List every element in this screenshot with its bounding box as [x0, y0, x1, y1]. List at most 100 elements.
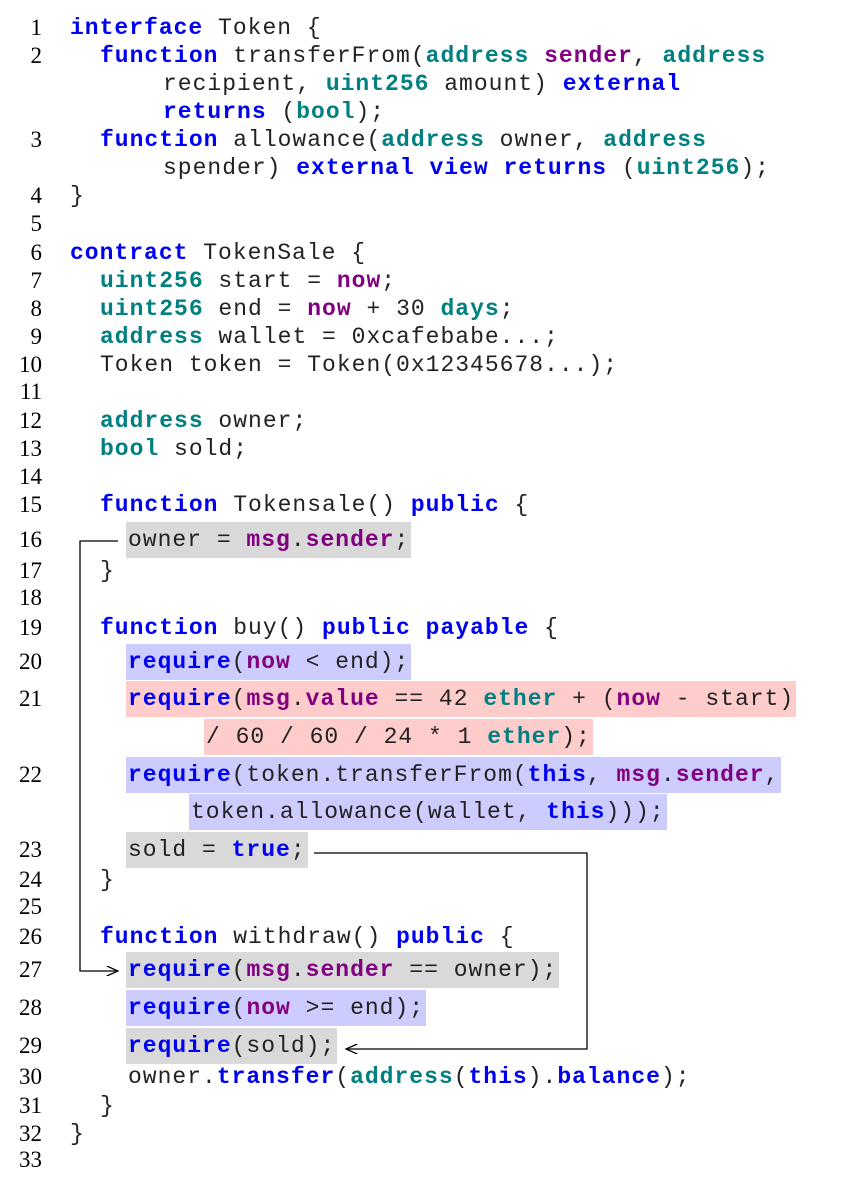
- keyword-token: function: [100, 924, 219, 950]
- code-token: {: [484, 924, 515, 950]
- code-token: (: [231, 995, 247, 1021]
- code-text: }: [68, 178, 87, 214]
- highlighted-code-gray: require(msg.sender == owner);: [126, 952, 560, 988]
- code-token: .: [660, 762, 676, 788]
- code-token: == owner);: [394, 957, 558, 983]
- code-token: ,: [586, 762, 617, 788]
- code-token: )));: [605, 799, 665, 825]
- code-token: {: [529, 615, 559, 641]
- code-text: }: [98, 862, 117, 898]
- line-number: 21: [19, 686, 42, 711]
- code-token: );: [660, 1064, 691, 1090]
- keyword-token: transfer: [216, 1064, 336, 1090]
- code-text: Token token = Token(0x12345678...);: [98, 347, 620, 383]
- code-token: );: [740, 155, 770, 181]
- code-text: }: [98, 1088, 117, 1124]
- builtin-token: msg: [246, 527, 291, 553]
- builtin-token: now: [616, 686, 661, 712]
- code-listing: 1 interface Token {2 function transferFrom…: [0, 0, 845, 1172]
- type-token: ether: [487, 724, 562, 750]
- code-token: );: [561, 724, 591, 750]
- code-token: (sold);: [231, 1033, 336, 1059]
- keyword-token: function: [100, 492, 219, 518]
- type-token: ether: [483, 686, 558, 712]
- keyword-token: require: [128, 957, 232, 983]
- code-token: + (: [557, 686, 617, 712]
- code-token: }: [100, 558, 115, 584]
- keyword-token: require: [128, 995, 232, 1021]
- code-token: }: [70, 1121, 85, 1147]
- highlighted-code-pink: require(msg.value == 42 ether + (now - s…: [126, 681, 797, 717]
- keyword-token: public: [410, 492, 500, 518]
- line-number: 27: [19, 957, 42, 982]
- line-number: 20: [19, 649, 42, 674]
- code-token: Token token = Token(0x12345678...);: [100, 352, 619, 378]
- code-token: }: [100, 867, 115, 893]
- code-token: (token.transferFrom(: [231, 762, 528, 788]
- code-token: ;: [290, 837, 306, 863]
- keyword-token: require: [128, 649, 232, 675]
- code-text: owner.transfer(address(this).balance);: [126, 1059, 693, 1095]
- code-token: owner =: [128, 527, 247, 553]
- highlighted-code-blue: require(token.transferFrom(this, msg.sen…: [126, 757, 782, 793]
- line-number: 2: [30, 43, 43, 68]
- line-number: 22: [19, 762, 42, 787]
- code-token: Tokensale(): [218, 492, 411, 518]
- builtin-token: sender: [305, 957, 395, 983]
- line-number: 3: [30, 127, 43, 152]
- builtin-token: msg: [246, 957, 291, 983]
- code-text: function withdraw() public {: [98, 919, 517, 955]
- builtin-token: value: [305, 686, 380, 712]
- line-number: 33: [19, 1147, 42, 1172]
- keyword-token: this: [546, 799, 606, 825]
- code-token: {: [499, 492, 530, 518]
- code-token: }: [100, 1093, 115, 1119]
- keyword-token: this: [527, 762, 587, 788]
- code-token: == 42: [379, 686, 484, 712]
- highlighted-code-blue: require(now >= end);: [126, 990, 427, 1026]
- code-token: (: [453, 1064, 469, 1090]
- code-token: < end);: [290, 649, 410, 675]
- builtin-token: now: [246, 649, 291, 675]
- keyword-token: true: [231, 837, 291, 863]
- code-token: ).: [527, 1064, 558, 1090]
- keyword-token: require: [128, 1033, 232, 1059]
- code-token: ;: [394, 527, 410, 553]
- code-token: ,: [764, 762, 780, 788]
- code-token: (: [231, 957, 247, 983]
- code-text: }: [98, 553, 117, 589]
- code-token: (: [231, 649, 247, 675]
- keyword-token: external view returns: [296, 155, 608, 181]
- highlighted-code-blue: token.allowance(wallet, this)));: [189, 794, 667, 830]
- code-token: sold;: [159, 436, 249, 462]
- code-text: bool sold;: [98, 431, 250, 467]
- code-text: spender) external view returns (uint256)…: [161, 150, 772, 186]
- builtin-token: msg: [246, 686, 291, 712]
- code-token: (: [335, 1064, 351, 1090]
- code-token: }: [70, 183, 85, 209]
- type-token: bool: [100, 436, 160, 462]
- code-token: (: [607, 155, 637, 181]
- code-token: token.allowance(wallet,: [191, 799, 547, 825]
- code-token: amount): [429, 71, 563, 97]
- line-number: 26: [19, 924, 42, 949]
- type-token: address: [350, 1064, 454, 1090]
- code-token: .: [290, 527, 306, 553]
- code-token: .: [290, 957, 306, 983]
- keyword-token: require: [128, 762, 232, 788]
- keyword-token: function: [100, 615, 219, 641]
- code-token: owner.: [128, 1064, 217, 1090]
- keyword-token: external: [562, 71, 682, 97]
- builtin-token: sender: [675, 762, 765, 788]
- keyword-token: require: [128, 686, 232, 712]
- highlighted-code-gray: sold = true;: [126, 832, 308, 868]
- line-number: 28: [19, 995, 42, 1020]
- keyword-token: balance: [557, 1064, 661, 1090]
- type-token: uint256: [636, 155, 741, 181]
- code-text: function buy() public payable {: [98, 610, 561, 646]
- code-token: / 60 / 60 / 24 * 1: [206, 724, 488, 750]
- line-number: 15: [19, 492, 42, 517]
- highlighted-code-blue: require(now < end);: [126, 644, 412, 680]
- code-token: buy(): [218, 615, 323, 641]
- code-token: >= end);: [290, 995, 425, 1021]
